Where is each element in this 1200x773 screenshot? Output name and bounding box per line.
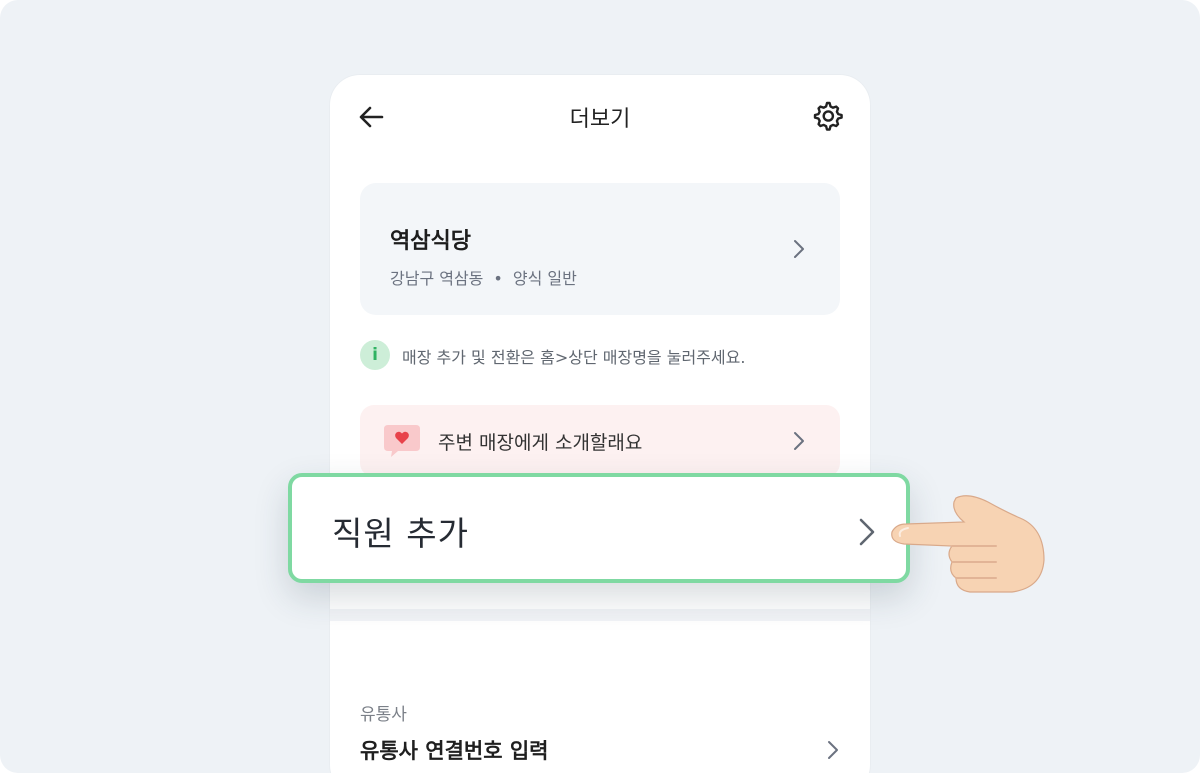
chevron-right-icon: [859, 518, 875, 546]
background-canvas: 더보기 역삼식당 강남구 역삼동 • 양식 일반 i 매장 추가 및 전환은 홈…: [0, 0, 1200, 773]
pointing-hand-icon: [891, 495, 1045, 593]
section-divider: [330, 609, 870, 621]
recommend-store-card[interactable]: 주변 매장에게 소개할래요: [360, 405, 840, 477]
page-title: 더보기: [569, 107, 631, 132]
top-bar: 더보기: [330, 75, 870, 159]
chevron-right-icon: [794, 240, 804, 258]
phone-screen: 더보기 역삼식당 강남구 역삼동 • 양식 일반 i 매장 추가 및 전환은 홈…: [330, 75, 870, 773]
add-staff-label: 직원 추가: [332, 514, 469, 553]
gear-icon: [813, 101, 843, 131]
store-category: 양식 일반: [512, 269, 577, 288]
info-text: 매장 추가 및 전환은 홈>상단 매장명을 눌러주세요.: [402, 348, 746, 367]
store-name: 역삼식당: [390, 229, 471, 254]
chevron-right-icon: [828, 741, 838, 759]
heart-bubble-icon: [384, 425, 420, 457]
store-location: 강남구 역삼동: [390, 269, 484, 288]
separator-dot: •: [493, 269, 503, 288]
store-card[interactable]: 역삼식당 강남구 역삼동 • 양식 일반: [360, 183, 840, 315]
chevron-right-icon: [794, 432, 804, 450]
carrier-section-label: 유통사: [360, 705, 407, 725]
store-subtitle: 강남구 역삼동 • 양식 일반: [390, 265, 577, 289]
recommend-label: 주변 매장에게 소개할래요: [438, 432, 643, 454]
add-staff-highlight[interactable]: 직원 추가: [288, 473, 910, 583]
carrier-connect-item[interactable]: 유통사 연결번호 입력: [360, 731, 840, 767]
carrier-item-label: 유통사 연결번호 입력: [360, 739, 549, 763]
info-icon: i: [360, 340, 390, 370]
settings-button[interactable]: [810, 99, 844, 133]
